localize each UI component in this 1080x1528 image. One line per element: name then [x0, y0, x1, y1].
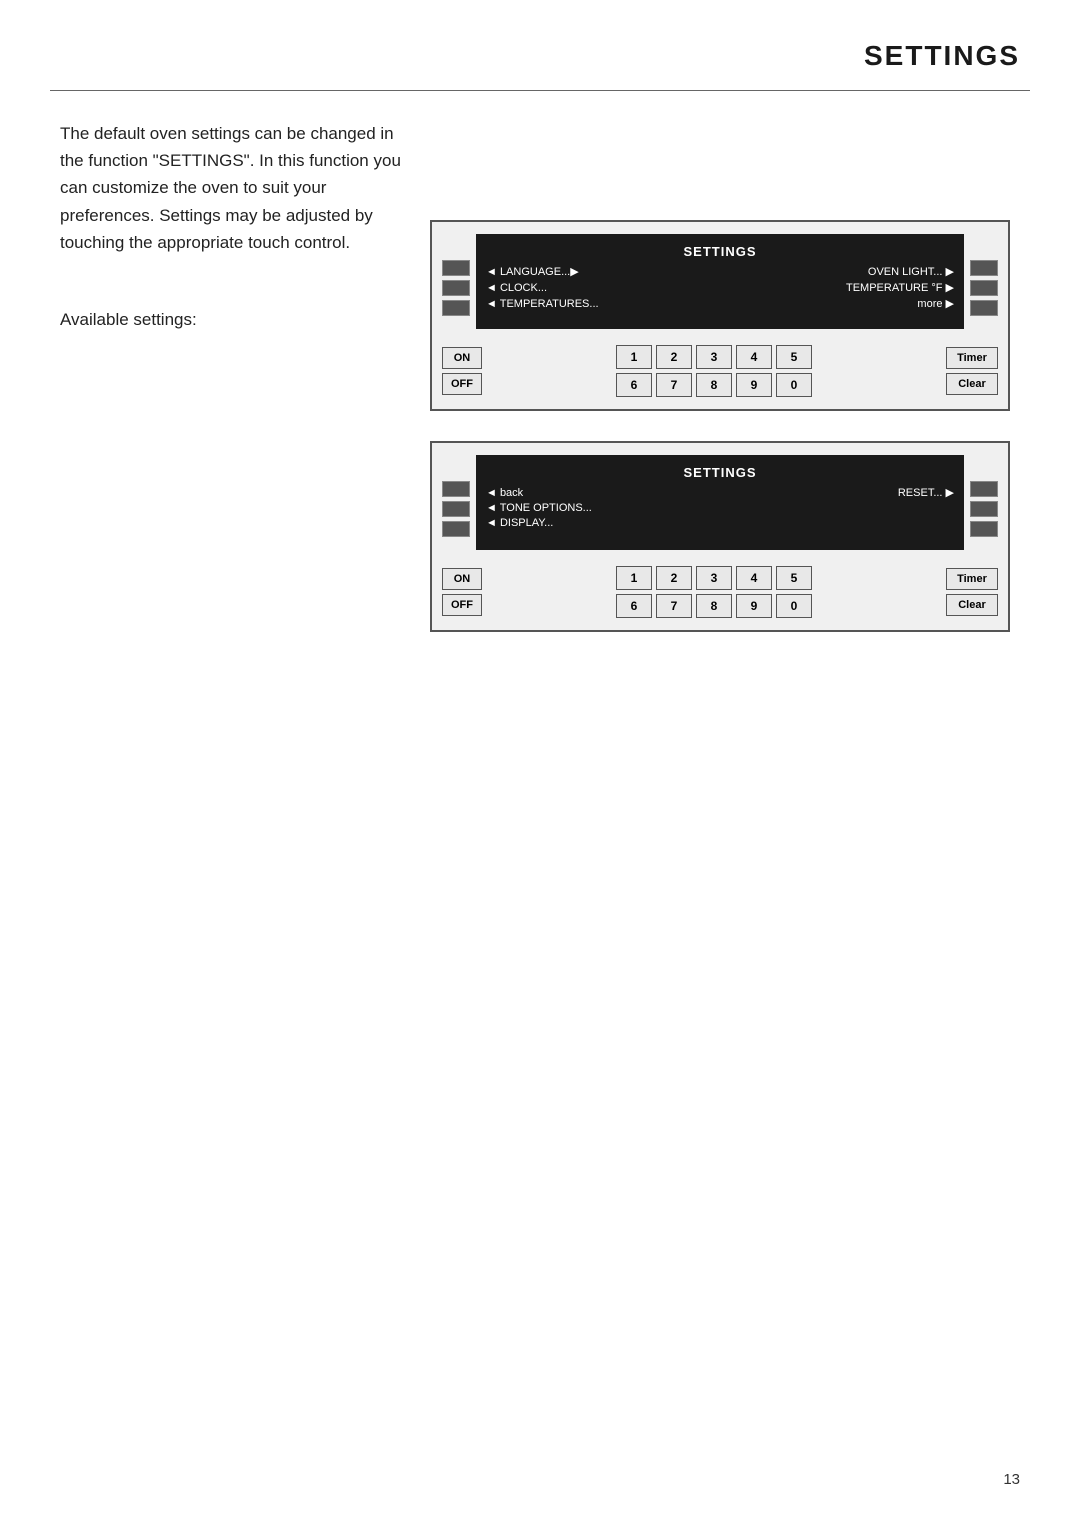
oven-panel-2: SETTINGS ◄ back RESET... ▶ ◄ TONE OPTION… [430, 441, 1010, 632]
on-button-1[interactable]: ON [442, 347, 482, 369]
screen-row-2-0: ◄ back RESET... ▶ [486, 486, 954, 499]
left-side-btn-1b[interactable] [442, 280, 470, 296]
num-row-1-top: 1 2 3 4 5 [486, 345, 942, 369]
screen-title-2: SETTINGS [486, 465, 954, 480]
num-btn-2-8[interactable]: 8 [696, 594, 732, 618]
available-settings-label: Available settings: [60, 310, 197, 330]
screen-row-2-2-left[interactable]: ◄ DISPLAY... [486, 517, 553, 529]
on-button-2[interactable]: ON [442, 568, 482, 590]
screen-row-2-0-right[interactable]: RESET... ▶ [898, 486, 954, 499]
numpad-2: ON OFF 1 2 3 4 5 6 7 8 9 0 [442, 566, 998, 618]
num-btn-1-0[interactable]: 0 [776, 373, 812, 397]
on-off-col-2: ON OFF [442, 568, 482, 616]
num-btn-1-5[interactable]: 5 [776, 345, 812, 369]
on-off-col-1: ON OFF [442, 347, 482, 395]
num-btn-1-3[interactable]: 3 [696, 345, 732, 369]
left-side-btn-2c[interactable] [442, 521, 470, 537]
left-side-buttons-1 [442, 234, 470, 341]
screen-row-1-2: ◄ TEMPERATURES... more ▶ [486, 297, 954, 310]
display-screen-2: SETTINGS ◄ back RESET... ▶ ◄ TONE OPTION… [476, 455, 964, 550]
left-side-btn-2a[interactable] [442, 481, 470, 497]
left-side-btn-1a[interactable] [442, 260, 470, 276]
num-grid-1: 1 2 3 4 5 6 7 8 9 0 [486, 345, 942, 397]
num-btn-1-4[interactable]: 4 [736, 345, 772, 369]
num-btn-2-1[interactable]: 1 [616, 566, 652, 590]
screen-rows-2: ◄ back RESET... ▶ ◄ TONE OPTIONS... ◄ DI… [486, 486, 954, 529]
action-col-1: Timer Clear [946, 347, 998, 395]
screen-row-2-2: ◄ DISPLAY... [486, 517, 954, 529]
oven-panel-1: SETTINGS ◄ LANGUAGE...▶ OVEN LIGHT... ▶ … [430, 220, 1010, 411]
screen-row-2-1-left[interactable]: ◄ TONE OPTIONS... [486, 502, 592, 514]
num-btn-2-2[interactable]: 2 [656, 566, 692, 590]
right-side-btn-2c[interactable] [970, 521, 998, 537]
num-row-2-bottom: 6 7 8 9 0 [486, 594, 942, 618]
num-btn-2-5[interactable]: 5 [776, 566, 812, 590]
clear-button-1[interactable]: Clear [946, 373, 998, 395]
screen-row-2-0-left[interactable]: ◄ back [486, 487, 523, 499]
right-side-buttons-2 [970, 455, 998, 562]
num-btn-2-7[interactable]: 7 [656, 594, 692, 618]
num-btn-1-2[interactable]: 2 [656, 345, 692, 369]
num-btn-1-6[interactable]: 6 [616, 373, 652, 397]
screen-row-1-1-left[interactable]: ◄ CLOCK... [486, 282, 547, 294]
num-btn-1-8[interactable]: 8 [696, 373, 732, 397]
screen-row-1-0-right[interactable]: OVEN LIGHT... ▶ [868, 265, 954, 278]
screen-rows-1: ◄ LANGUAGE...▶ OVEN LIGHT... ▶ ◄ CLOCK..… [486, 265, 954, 310]
panels-container: SETTINGS ◄ LANGUAGE...▶ OVEN LIGHT... ▶ … [430, 220, 1010, 662]
num-btn-1-9[interactable]: 9 [736, 373, 772, 397]
screen-row-1-0-left[interactable]: ◄ LANGUAGE...▶ [486, 265, 579, 278]
screen-title-1: SETTINGS [486, 244, 954, 259]
num-row-2-top: 1 2 3 4 5 [486, 566, 942, 590]
right-side-btn-2b[interactable] [970, 501, 998, 517]
num-btn-2-3[interactable]: 3 [696, 566, 732, 590]
right-side-buttons-1 [970, 234, 998, 341]
timer-button-2[interactable]: Timer [946, 568, 998, 590]
num-row-1-bottom: 6 7 8 9 0 [486, 373, 942, 397]
right-side-btn-1c[interactable] [970, 300, 998, 316]
num-grid-2: 1 2 3 4 5 6 7 8 9 0 [486, 566, 942, 618]
right-side-btn-1b[interactable] [970, 280, 998, 296]
left-side-btn-2b[interactable] [442, 501, 470, 517]
off-button-1[interactable]: OFF [442, 373, 482, 395]
page-title: SETTINGS [864, 40, 1020, 72]
display-screen-1: SETTINGS ◄ LANGUAGE...▶ OVEN LIGHT... ▶ … [476, 234, 964, 329]
timer-button-1[interactable]: Timer [946, 347, 998, 369]
right-side-btn-1a[interactable] [970, 260, 998, 276]
screen-with-sides-1: SETTINGS ◄ LANGUAGE...▶ OVEN LIGHT... ▶ … [442, 234, 998, 341]
num-btn-2-6[interactable]: 6 [616, 594, 652, 618]
num-btn-1-1[interactable]: 1 [616, 345, 652, 369]
screen-with-sides-2: SETTINGS ◄ back RESET... ▶ ◄ TONE OPTION… [442, 455, 998, 562]
page-number: 13 [1003, 1471, 1020, 1488]
numpad-1: ON OFF 1 2 3 4 5 6 7 8 9 0 [442, 345, 998, 397]
screen-row-1-0: ◄ LANGUAGE...▶ OVEN LIGHT... ▶ [486, 265, 954, 278]
num-btn-2-4[interactable]: 4 [736, 566, 772, 590]
num-btn-2-0[interactable]: 0 [776, 594, 812, 618]
left-side-btn-1c[interactable] [442, 300, 470, 316]
screen-row-1-1: ◄ CLOCK... TEMPERATURE °F ▶ [486, 281, 954, 294]
body-text: The default oven settings can be changed… [60, 120, 420, 256]
num-btn-1-7[interactable]: 7 [656, 373, 692, 397]
num-btn-2-9[interactable]: 9 [736, 594, 772, 618]
screen-row-1-1-right[interactable]: TEMPERATURE °F ▶ [846, 281, 954, 294]
screen-row-1-2-right[interactable]: more ▶ [917, 297, 954, 310]
title-divider [50, 90, 1030, 91]
clear-button-2[interactable]: Clear [946, 594, 998, 616]
action-col-2: Timer Clear [946, 568, 998, 616]
right-side-btn-2a[interactable] [970, 481, 998, 497]
off-button-2[interactable]: OFF [442, 594, 482, 616]
left-side-buttons-2 [442, 455, 470, 562]
screen-row-2-1: ◄ TONE OPTIONS... [486, 502, 954, 514]
screen-row-1-2-left[interactable]: ◄ TEMPERATURES... [486, 298, 599, 310]
